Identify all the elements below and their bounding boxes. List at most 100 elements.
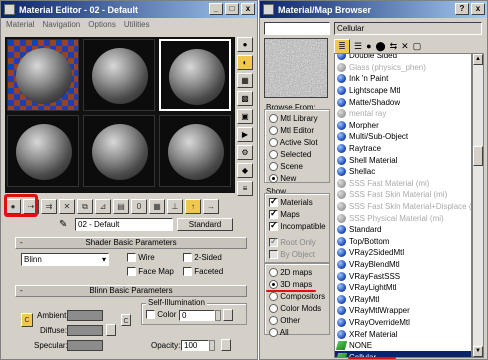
backlight-icon[interactable]: ◐ [237,55,253,70]
material-map-list[interactable]: Double Sided Glass (physics_phen) Ink 'n P… [334,53,472,358]
scrollbar-thumb[interactable] [473,146,483,166]
show-materials-option[interactable]: Materials [269,196,313,208]
wire-checkbox[interactable] [127,253,136,263]
browse-mtl-library-option[interactable]: Mtl Library [269,114,318,124]
diffuse-specular-lock-icon[interactable]: C [121,314,131,326]
browse-new-option[interactable]: New [269,174,296,184]
list-item[interactable]: Ink 'n Paint [335,73,471,85]
map-color-mods-option[interactable]: Color Mods [269,304,321,314]
list-item[interactable]: Lightscape Mtl [335,85,471,97]
menu-utilities[interactable]: Utilities [124,20,150,29]
make-copy-icon[interactable]: ⧉ [77,198,93,214]
two-sided-checkbox[interactable] [183,253,192,263]
self-illum-value-field[interactable]: 0 [179,310,215,321]
list-item[interactable]: SSS Physical Material (mi) [335,212,471,224]
view-list-icon[interactable]: ≣ [334,38,350,54]
list-item[interactable]: Morpher [335,120,471,132]
shader-basic-parameters-rollout[interactable]: - Shader Basic Parameters [15,237,247,249]
scroll-up-arrow-icon[interactable]: ▲ [473,54,483,65]
go-forward-to-sibling-icon[interactable]: → [203,198,219,214]
radio-button[interactable] [269,328,278,338]
sample-type-icon[interactable]: ● [237,37,253,52]
opacity-map-button[interactable] [221,339,231,351]
list-item[interactable]: Raytrace [335,143,471,155]
list-item[interactable]: Glass (physics_phen) [335,62,471,74]
uv-tiling-icon[interactable]: ▩ [237,91,253,106]
radio-button[interactable] [269,316,278,326]
menu-material[interactable]: Material [6,20,34,29]
list-item[interactable]: VRayFastSSS [335,270,471,282]
list-item[interactable]: NONE [335,340,471,352]
browser-search-field[interactable] [264,22,330,35]
browse-selected-option[interactable]: Selected [269,150,311,160]
browse-active-slot-option[interactable]: Active Slot [269,138,318,148]
map-other-option[interactable]: Other [269,316,300,326]
browser-close-button[interactable]: x [471,3,485,15]
diffuse-map-button[interactable] [106,324,116,336]
list-item[interactable]: VRayLightMtl [335,282,471,294]
radio-button[interactable] [269,138,278,148]
close-button[interactable]: x [241,3,255,15]
material-type-button[interactable]: Standard [177,217,233,231]
list-item[interactable]: XRef Material [335,328,471,340]
radio-button[interactable] [269,292,278,302]
radio-button[interactable] [269,162,278,172]
list-item[interactable]: VRayBlendMtl [335,259,471,271]
put-to-library-icon[interactable]: ▤ [113,198,129,214]
browser-titlebar[interactable]: Material/Map Browser ? x [260,1,487,18]
list-item[interactable]: VRay2SidedMtl [335,247,471,259]
sample-slot-6[interactable] [159,115,231,187]
sample-slot-4[interactable] [7,115,79,187]
face-map-checkbox[interactable] [127,267,136,277]
options-icon[interactable]: ⚙ [237,145,253,160]
maximize-button[interactable]: □ [225,3,239,15]
clear-library-icon[interactable]: ▢ [413,40,422,52]
show-incompatible-checkbox[interactable] [269,220,278,232]
list-item[interactable]: VRayOverrideMtl [335,317,471,329]
faceted-checkbox[interactable] [183,267,192,277]
sample-slot-2[interactable] [83,39,155,111]
list-scrollbar[interactable]: ▲ ▼ [472,53,484,358]
diffuse-color-swatch[interactable] [67,325,103,336]
show-end-result-icon[interactable]: ⊥ [167,198,183,214]
show-materials-checkbox[interactable] [269,196,278,208]
radio-button[interactable] [269,150,278,160]
list-item[interactable]: Double Sided [335,54,471,62]
view-large-icons-icon[interactable]: ⬤ [376,40,386,52]
face-map-option[interactable]: Face Map [127,267,174,277]
map-3d-option[interactable]: 3D maps [269,280,312,290]
radio-button[interactable] [269,268,278,278]
list-item[interactable]: Multi/Sub-Object [335,131,471,143]
eyedropper-icon[interactable]: ✎ [59,219,71,230]
map-all-option[interactable]: All [269,328,289,338]
browse-scene-option[interactable]: Scene [269,162,303,172]
self-illum-spinner[interactable] [215,310,221,321]
material-name-field[interactable]: 02 - Default [75,217,173,231]
show-map-in-viewport-icon[interactable]: ▦ [149,198,165,214]
self-illum-color-checkbox[interactable] [146,310,155,320]
menu-options[interactable]: Options [88,20,116,29]
material-editor-titlebar[interactable]: Material Editor - 02 - Default _ □ x [1,1,257,18]
list-item[interactable]: SSS Fast Skin Material (mi) [335,189,471,201]
sample-slot-5[interactable] [83,115,155,187]
two-sided-option[interactable]: 2-Sided [183,253,222,263]
view-small-icons-icon[interactable]: ● [366,40,371,52]
reset-map-icon[interactable]: ✕ [59,198,75,214]
list-item[interactable]: Top/Bottom [335,236,471,248]
radio-button[interactable] [269,126,278,136]
view-list-icons-icon[interactable]: ☰ [354,40,362,52]
self-illum-map-button[interactable] [223,309,233,321]
browse-mtl-editor-option[interactable]: Mtl Editor [269,126,314,136]
make-preview-icon[interactable]: ▶ [237,127,253,142]
list-item[interactable]: SSS Fast Skin Material+Displace (mi) [335,201,471,213]
opacity-spinner[interactable] [209,340,215,351]
show-incompatible-option[interactable]: Incompatible [269,220,326,232]
menu-navigation[interactable]: Navigation [42,20,80,29]
material-effects-channel-icon[interactable]: 0 [131,198,147,214]
material-map-navigator-icon[interactable]: ≡ [237,181,253,196]
radio-button[interactable] [269,304,278,314]
wire-option[interactable]: Wire [127,253,155,263]
faceted-option[interactable]: Faceted [183,267,223,277]
scroll-down-arrow-icon[interactable]: ▼ [473,346,483,357]
list-item[interactable]: Standard [335,224,471,236]
